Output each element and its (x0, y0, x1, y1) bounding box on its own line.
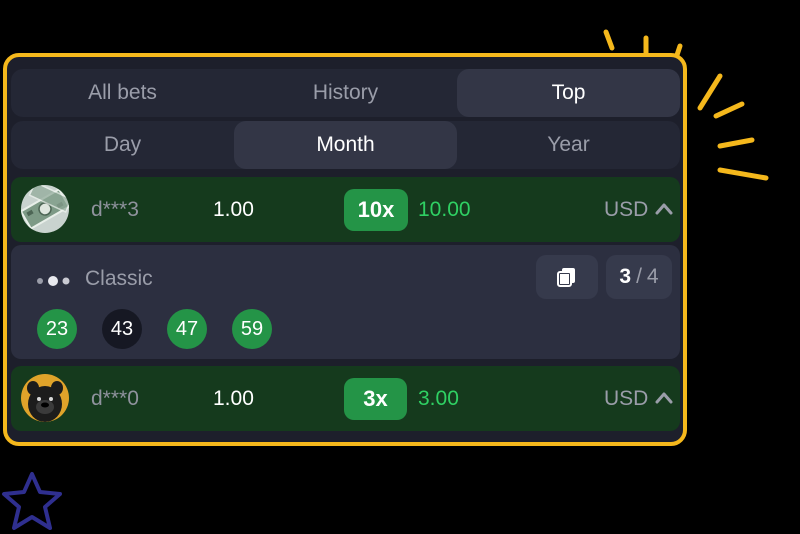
drawn-numbers: 23 43 47 59 (37, 309, 272, 349)
avatar-dog (21, 374, 69, 422)
chevron-up-icon[interactable] (654, 388, 674, 408)
bets-tabs: All bets History Top (11, 69, 680, 117)
win-amount: 3.00 (418, 387, 459, 410)
tab-history[interactable]: History (234, 69, 457, 117)
currency: USD (604, 198, 649, 221)
period-day[interactable]: Day (11, 121, 234, 169)
period-month[interactable]: Month (234, 121, 457, 169)
multiplier-badge: 10x (344, 189, 408, 231)
username: d***3 (91, 198, 139, 221)
page-counter: 3 / 4 (606, 255, 672, 299)
star-icon (2, 472, 62, 530)
number-ball: 43 (102, 309, 142, 349)
number-ball: 47 (167, 309, 207, 349)
period-selector: Day Month Year (11, 121, 680, 169)
bets-panel: All bets History Top Day Month Year d***… (3, 53, 687, 446)
avatar-money (21, 185, 69, 233)
bet-amount: 1.00 (213, 198, 254, 221)
copy-icon (557, 268, 575, 287)
number-ball: 23 (37, 309, 77, 349)
page-separator: / (636, 265, 642, 288)
tab-top[interactable]: Top (457, 69, 680, 117)
page-total: 4 (646, 265, 659, 288)
period-year[interactable]: Year (457, 121, 680, 169)
bet-row[interactable]: d***0 1.00 3x 3.00 USD (11, 366, 680, 431)
page-current: 3 (619, 265, 632, 288)
multiplier-badge: 3x (344, 378, 407, 420)
win-amount: 10.00 (418, 198, 471, 221)
currency: USD (604, 387, 649, 410)
copy-button[interactable] (536, 255, 598, 299)
bet-amount: 1.00 (213, 387, 254, 410)
dots-icon (37, 276, 70, 286)
username: d***0 (91, 387, 139, 410)
number-ball: 59 (232, 309, 272, 349)
tab-all-bets[interactable]: All bets (11, 69, 234, 117)
bet-row[interactable]: d***3 1.00 10x 10.00 USD (11, 177, 680, 242)
chevron-up-icon[interactable] (654, 199, 674, 219)
bet-details: Classic 3 / 4 23 43 47 59 (11, 245, 680, 359)
game-name: Classic (85, 267, 153, 290)
